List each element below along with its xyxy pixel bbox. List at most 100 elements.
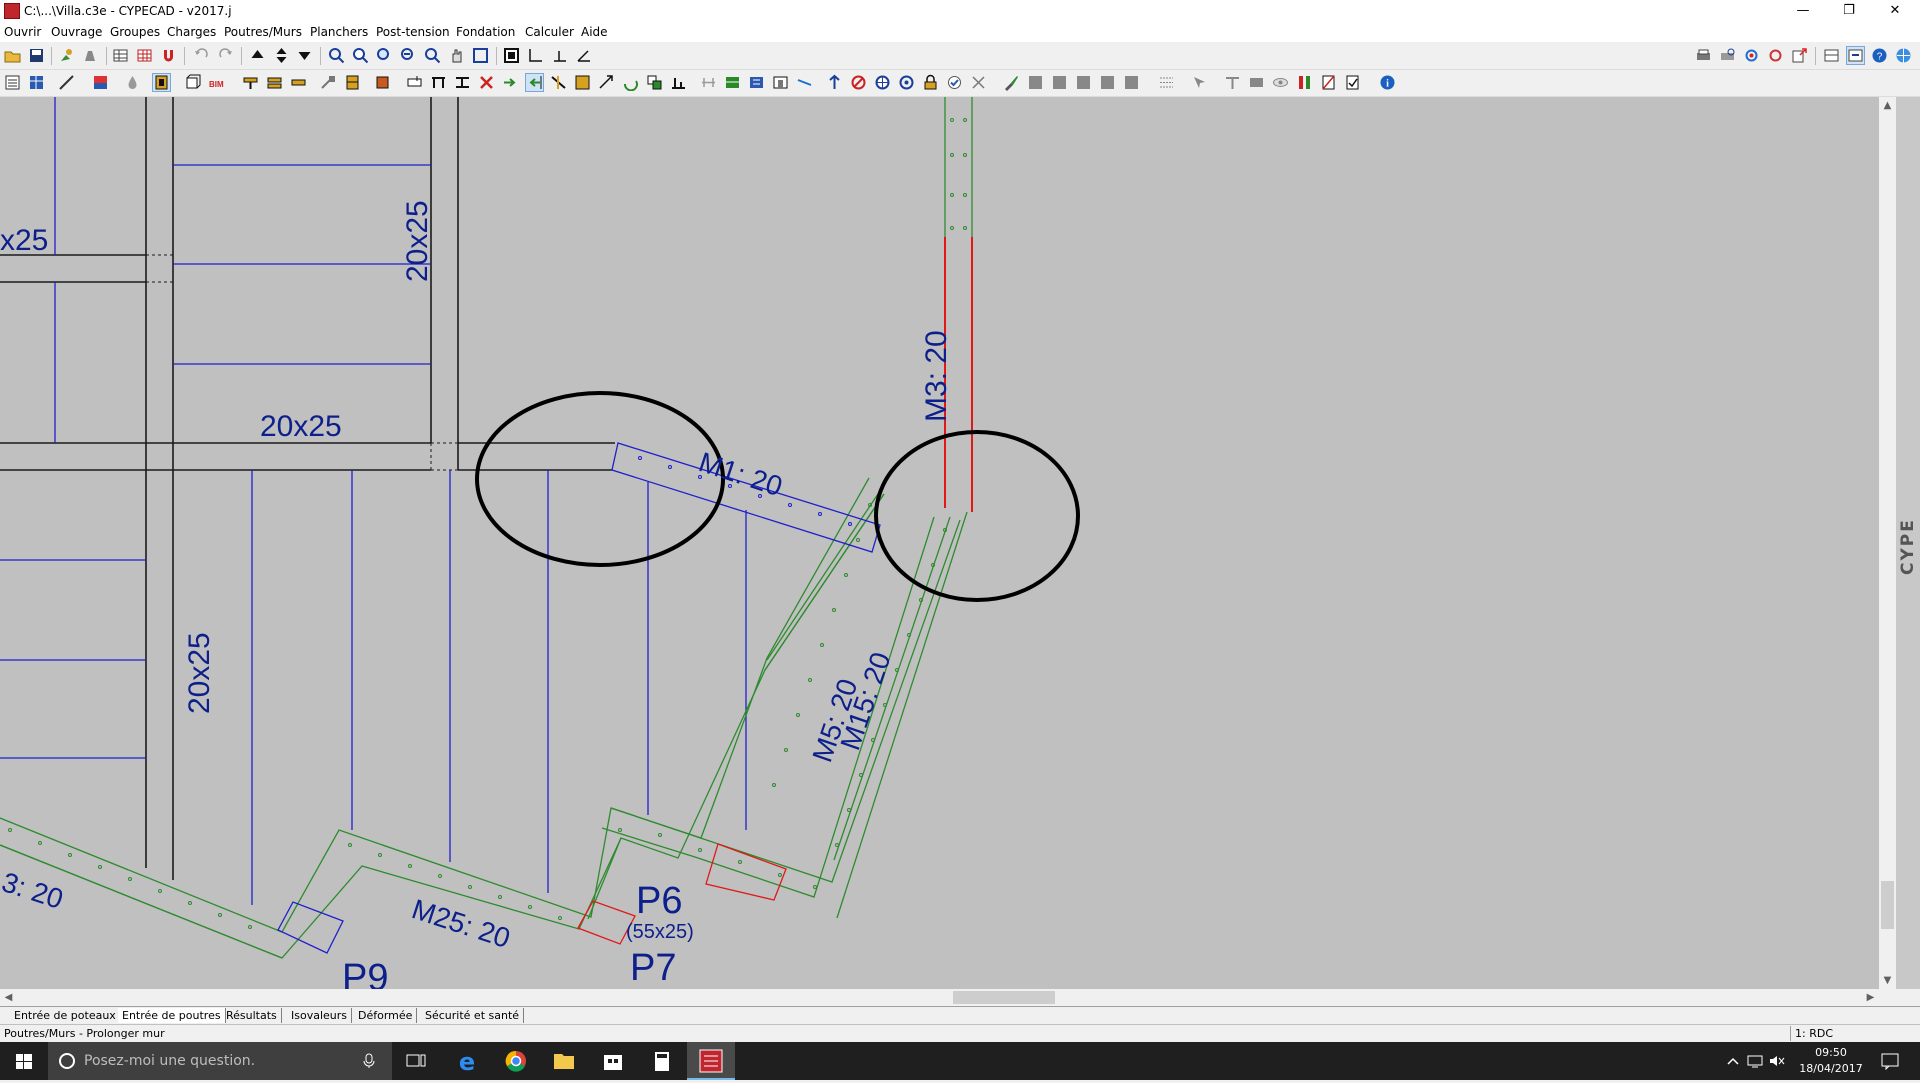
taskbar-search-box[interactable]: Posez-moi une question. bbox=[48, 1042, 392, 1080]
grid-dots-icon[interactable] bbox=[1158, 74, 1175, 91]
insert-beam-icon[interactable] bbox=[406, 74, 423, 91]
target-icon[interactable] bbox=[898, 74, 915, 91]
wall-check-icon[interactable] bbox=[1344, 74, 1361, 91]
undo-icon[interactable] bbox=[193, 47, 210, 64]
axis-icon[interactable] bbox=[527, 47, 544, 64]
floor-plan-drawing[interactable]: x25 20x25 20x25 20x25 M3: 20 M1: 20 M5: … bbox=[0, 97, 1879, 989]
frame-icon[interactable] bbox=[503, 47, 520, 64]
vertical-scroll-thumb[interactable] bbox=[1881, 881, 1894, 929]
beam-3d-icon[interactable] bbox=[184, 74, 201, 91]
wall-cut-icon[interactable] bbox=[1320, 74, 1337, 91]
redo-icon[interactable] bbox=[217, 47, 234, 64]
dimension-icon[interactable] bbox=[1224, 74, 1241, 91]
floor-up-icon[interactable] bbox=[249, 47, 266, 64]
help-icon[interactable]: ? bbox=[1871, 47, 1888, 64]
extend-beam-icon[interactable] bbox=[502, 74, 519, 91]
brush-icon[interactable] bbox=[82, 47, 99, 64]
menu-fondation[interactable]: Fondation bbox=[456, 25, 515, 39]
magnet-icon[interactable] bbox=[160, 47, 177, 64]
stretch-icon[interactable] bbox=[700, 74, 717, 91]
beam-group-icon[interactable] bbox=[266, 74, 283, 91]
zoom-previous-icon[interactable] bbox=[400, 47, 417, 64]
cype-side-panel[interactable]: CYPE bbox=[1896, 97, 1920, 989]
close-button[interactable]: ✕ bbox=[1872, 0, 1918, 22]
info-icon[interactable]: i bbox=[1379, 74, 1396, 91]
bim-icon[interactable]: BIM bbox=[208, 74, 225, 91]
match-icon[interactable] bbox=[724, 74, 741, 91]
cype-side-label[interactable]: CYPE bbox=[1898, 492, 1918, 602]
wall-joint-icon[interactable] bbox=[574, 74, 591, 91]
menu-aide[interactable]: Aide bbox=[581, 25, 608, 39]
angle-icon[interactable] bbox=[575, 47, 592, 64]
layers-icon[interactable] bbox=[1823, 47, 1840, 64]
export-icon[interactable] bbox=[1791, 47, 1808, 64]
horizontal-scrollbar[interactable]: ◀ ▶ bbox=[0, 989, 1879, 1006]
beam-assign-icon[interactable] bbox=[320, 74, 337, 91]
microphone-icon[interactable] bbox=[362, 1053, 376, 1069]
wall-door-icon[interactable] bbox=[772, 74, 789, 91]
copy-icon[interactable] bbox=[646, 74, 663, 91]
color-grid-icon[interactable] bbox=[92, 74, 109, 91]
scroll-left-arrow-icon[interactable]: ◀ bbox=[0, 989, 17, 1006]
floor-down-icon[interactable] bbox=[296, 47, 313, 64]
zoom-in-icon[interactable] bbox=[352, 47, 369, 64]
edit-mode-icon[interactable] bbox=[748, 74, 765, 91]
store-button[interactable] bbox=[589, 1042, 637, 1080]
cypecad-taskbar-button[interactable] bbox=[687, 1042, 735, 1080]
line-tool-icon[interactable] bbox=[796, 74, 813, 91]
no-entry-icon[interactable] bbox=[850, 74, 867, 91]
extend-wall-icon[interactable] bbox=[525, 73, 544, 92]
pin-icon[interactable] bbox=[58, 47, 75, 64]
options-icon[interactable] bbox=[1767, 47, 1784, 64]
column-red-icon[interactable] bbox=[1296, 74, 1313, 91]
beam-edit-icon[interactable] bbox=[290, 74, 307, 91]
column-p9[interactable] bbox=[277, 901, 344, 954]
horizontal-scroll-thumb[interactable] bbox=[953, 991, 1055, 1004]
delete-beam-icon[interactable] bbox=[478, 74, 495, 91]
task-view-button[interactable] bbox=[392, 1042, 440, 1080]
fill-gray-icon-5[interactable] bbox=[1123, 74, 1140, 91]
enter-beam-icon[interactable] bbox=[242, 74, 259, 91]
drawing-canvas[interactable]: x25 20x25 20x25 20x25 M3: 20 M1: 20 M5: … bbox=[0, 97, 1879, 989]
align-icon[interactable] bbox=[670, 74, 687, 91]
tab-isovaleurs[interactable]: Isovaleurs bbox=[287, 1008, 353, 1023]
show-hidden-icons-chevron-icon[interactable] bbox=[1726, 1055, 1740, 1067]
display-mode-icon[interactable] bbox=[1846, 46, 1865, 65]
lock-icon[interactable] bbox=[922, 74, 939, 91]
fill-gray-icon-2[interactable] bbox=[1051, 74, 1068, 91]
tab-resultats[interactable]: Résultats bbox=[222, 1008, 282, 1023]
menu-ouvrage[interactable]: Ouvrage bbox=[51, 25, 102, 39]
zoom-window-icon[interactable] bbox=[328, 47, 345, 64]
menu-charges[interactable]: Charges bbox=[167, 25, 216, 39]
print-preview-icon[interactable] bbox=[1719, 47, 1736, 64]
zoom-extents-icon[interactable] bbox=[472, 47, 489, 64]
refresh-icon[interactable] bbox=[1743, 47, 1760, 64]
eye-icon[interactable] bbox=[1272, 74, 1289, 91]
fill-gray-icon-4[interactable] bbox=[1099, 74, 1116, 91]
table-icon[interactable] bbox=[112, 47, 129, 64]
menu-groupes[interactable]: Groupes bbox=[110, 25, 160, 39]
network-icon[interactable] bbox=[1746, 1054, 1764, 1068]
menu-post-tension[interactable]: Post-tension bbox=[376, 25, 450, 39]
block-icon[interactable] bbox=[1248, 74, 1265, 91]
menu-poutres-murs[interactable]: Poutres/Murs bbox=[224, 25, 302, 39]
web-icon[interactable] bbox=[1895, 47, 1912, 64]
scroll-up-arrow-icon[interactable]: ▲ bbox=[1879, 97, 1896, 114]
trim-wall-icon[interactable] bbox=[550, 74, 567, 91]
edge-button[interactable]: e bbox=[443, 1042, 491, 1080]
beam-section-icon[interactable] bbox=[152, 73, 171, 92]
rotate-icon[interactable] bbox=[622, 74, 639, 91]
tab-deformee[interactable]: Déformée bbox=[354, 1008, 418, 1023]
zoom-out-icon[interactable] bbox=[424, 47, 441, 64]
taskbar-clock[interactable]: 09:50 18/04/2017 bbox=[1786, 1045, 1876, 1077]
pan-hand-icon[interactable] bbox=[448, 47, 465, 64]
check-icon[interactable] bbox=[946, 74, 963, 91]
menu-calculer[interactable]: Calculer bbox=[525, 25, 574, 39]
beam-table-icon[interactable] bbox=[28, 74, 45, 91]
brush-paint-icon[interactable] bbox=[1003, 74, 1020, 91]
printer-icon[interactable] bbox=[1695, 47, 1712, 64]
open-folder-icon[interactable] bbox=[4, 47, 21, 64]
zoom-all-icon[interactable] bbox=[376, 47, 393, 64]
action-center-icon[interactable] bbox=[1880, 1052, 1900, 1070]
menu-planchers[interactable]: Planchers bbox=[310, 25, 368, 39]
